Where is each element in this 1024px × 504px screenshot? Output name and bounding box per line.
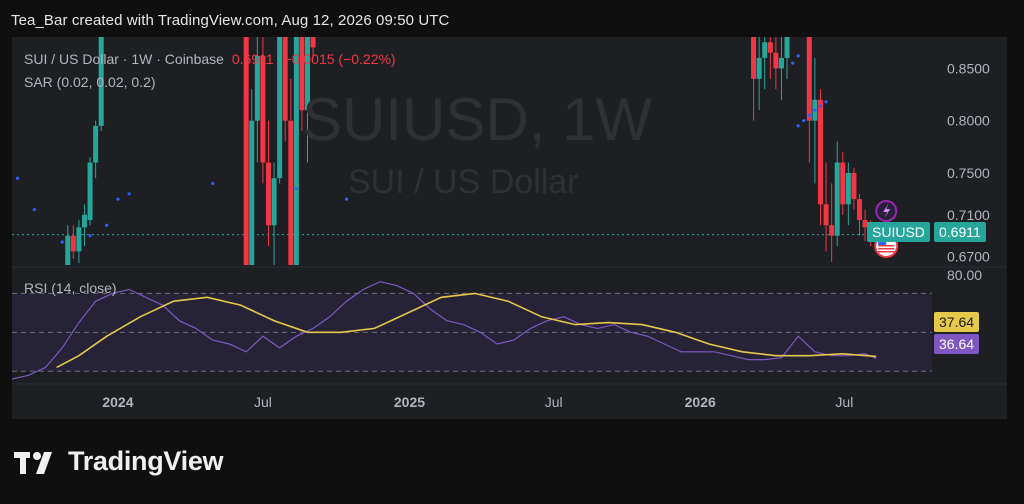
price-tick-label: 0.6700 [947, 249, 990, 265]
sar-point[interactable] [818, 104, 823, 108]
sar-point[interactable] [807, 113, 811, 118]
candle-body[interactable] [93, 125, 99, 163]
watermark-name: SUI / US Dollar [348, 163, 579, 201]
candle-body[interactable] [76, 227, 82, 252]
date-tick-label: Jul [254, 394, 272, 410]
sar-point[interactable] [791, 61, 795, 65]
sar-point[interactable] [127, 192, 131, 196]
chart-attribution: Tea_Bar created with TradingView.com, Au… [11, 12, 450, 29]
rsi-value-badge: 36.64 [934, 334, 980, 354]
candle-body[interactable] [265, 162, 271, 226]
current-price-badge: 0.6911 [934, 222, 986, 242]
date-tick-label: 2024 [102, 394, 133, 410]
candle-body[interactable] [857, 199, 863, 221]
sar-point[interactable] [294, 187, 298, 191]
sar-point[interactable] [88, 234, 92, 238]
sar-point[interactable] [796, 124, 800, 128]
chart-frame[interactable]: 0.8500 0.8000 0.7500 0.7100 0.6700 80.00 2024 J… [12, 37, 1007, 419]
candle-body[interactable] [817, 99, 823, 205]
candle-body[interactable] [249, 120, 255, 265]
legend-rsi: RSI (14, close) [24, 280, 117, 296]
tradingview-wordmark: TradingView [68, 446, 224, 476]
sar-point[interactable] [802, 119, 806, 123]
date-tick-label: 2025 [394, 394, 425, 410]
candle-body[interactable] [751, 37, 757, 79]
sar-point[interactable] [105, 223, 109, 227]
candle-body[interactable] [806, 37, 812, 121]
candle-body[interactable] [784, 37, 790, 58]
candle-body[interactable] [243, 37, 249, 265]
sar-point[interactable] [32, 207, 36, 212]
price-tick-label: 0.8000 [947, 113, 990, 129]
candle-body[interactable] [829, 225, 835, 236]
candle-body[interactable] [773, 52, 779, 69]
candle-body[interactable] [271, 178, 277, 226]
date-tick-label: 2026 [685, 394, 716, 410]
date-tick-label: Jul [545, 394, 563, 410]
rsi-tick-label: 80.00 [947, 267, 982, 283]
candle-body[interactable] [65, 235, 71, 265]
sar-point[interactable] [60, 240, 64, 244]
candle-body[interactable] [756, 57, 762, 79]
legend-sar: SAR (0.02, 0.02, 0.2) [24, 74, 156, 90]
candle-body[interactable] [87, 162, 93, 221]
sar-point[interactable] [813, 108, 817, 112]
sar-point[interactable] [824, 100, 828, 104]
price-tick-label: 0.7100 [947, 207, 990, 223]
us-flag-stripe [878, 248, 895, 250]
candle-body[interactable] [310, 37, 316, 48]
watermark-symbol: SUIUSD, 1W [302, 86, 653, 153]
us-flag-stripe [878, 245, 895, 247]
candle-body[interactable] [260, 55, 266, 163]
legend-change: −0.0015 (−0.22%) [283, 51, 396, 67]
candle-body[interactable] [293, 37, 299, 265]
legend-line-1: SUI / US Dollar · 1W · Coinbase 0.6911 −… [24, 51, 396, 67]
candle-body[interactable] [70, 235, 76, 252]
tradingview-logo-icon [14, 451, 52, 474]
candle-body[interactable] [288, 120, 294, 265]
candle-body[interactable] [823, 204, 829, 226]
rsi-ma-badge: 37.64 [934, 312, 980, 332]
candle-body[interactable] [834, 162, 840, 236]
candle-body[interactable] [282, 37, 288, 121]
candle-body[interactable] [840, 162, 846, 205]
sar-point[interactable] [796, 54, 800, 58]
candle-body[interactable] [762, 42, 768, 58]
legend-symbol: SUI / US Dollar · 1W · Coinbase [24, 51, 224, 67]
candle-body[interactable] [767, 42, 773, 53]
date-tick-label: Jul [835, 394, 853, 410]
candle-body[interactable] [778, 57, 784, 69]
candle-body[interactable] [81, 214, 87, 228]
price-tick-label: 0.7500 [947, 165, 990, 181]
symbol-badge: SUIUSD [867, 222, 930, 242]
candle-body[interactable] [851, 172, 857, 200]
us-flag-stripe [878, 251, 895, 253]
tradingview-logo: TradingView [14, 446, 224, 477]
sar-point[interactable] [15, 176, 20, 180]
price-tick-label: 0.8500 [947, 60, 990, 76]
sar-point[interactable] [211, 181, 215, 186]
legend-last-price: 0.6911 [231, 51, 274, 67]
sar-point[interactable] [116, 197, 120, 201]
candle-body[interactable] [845, 172, 851, 205]
